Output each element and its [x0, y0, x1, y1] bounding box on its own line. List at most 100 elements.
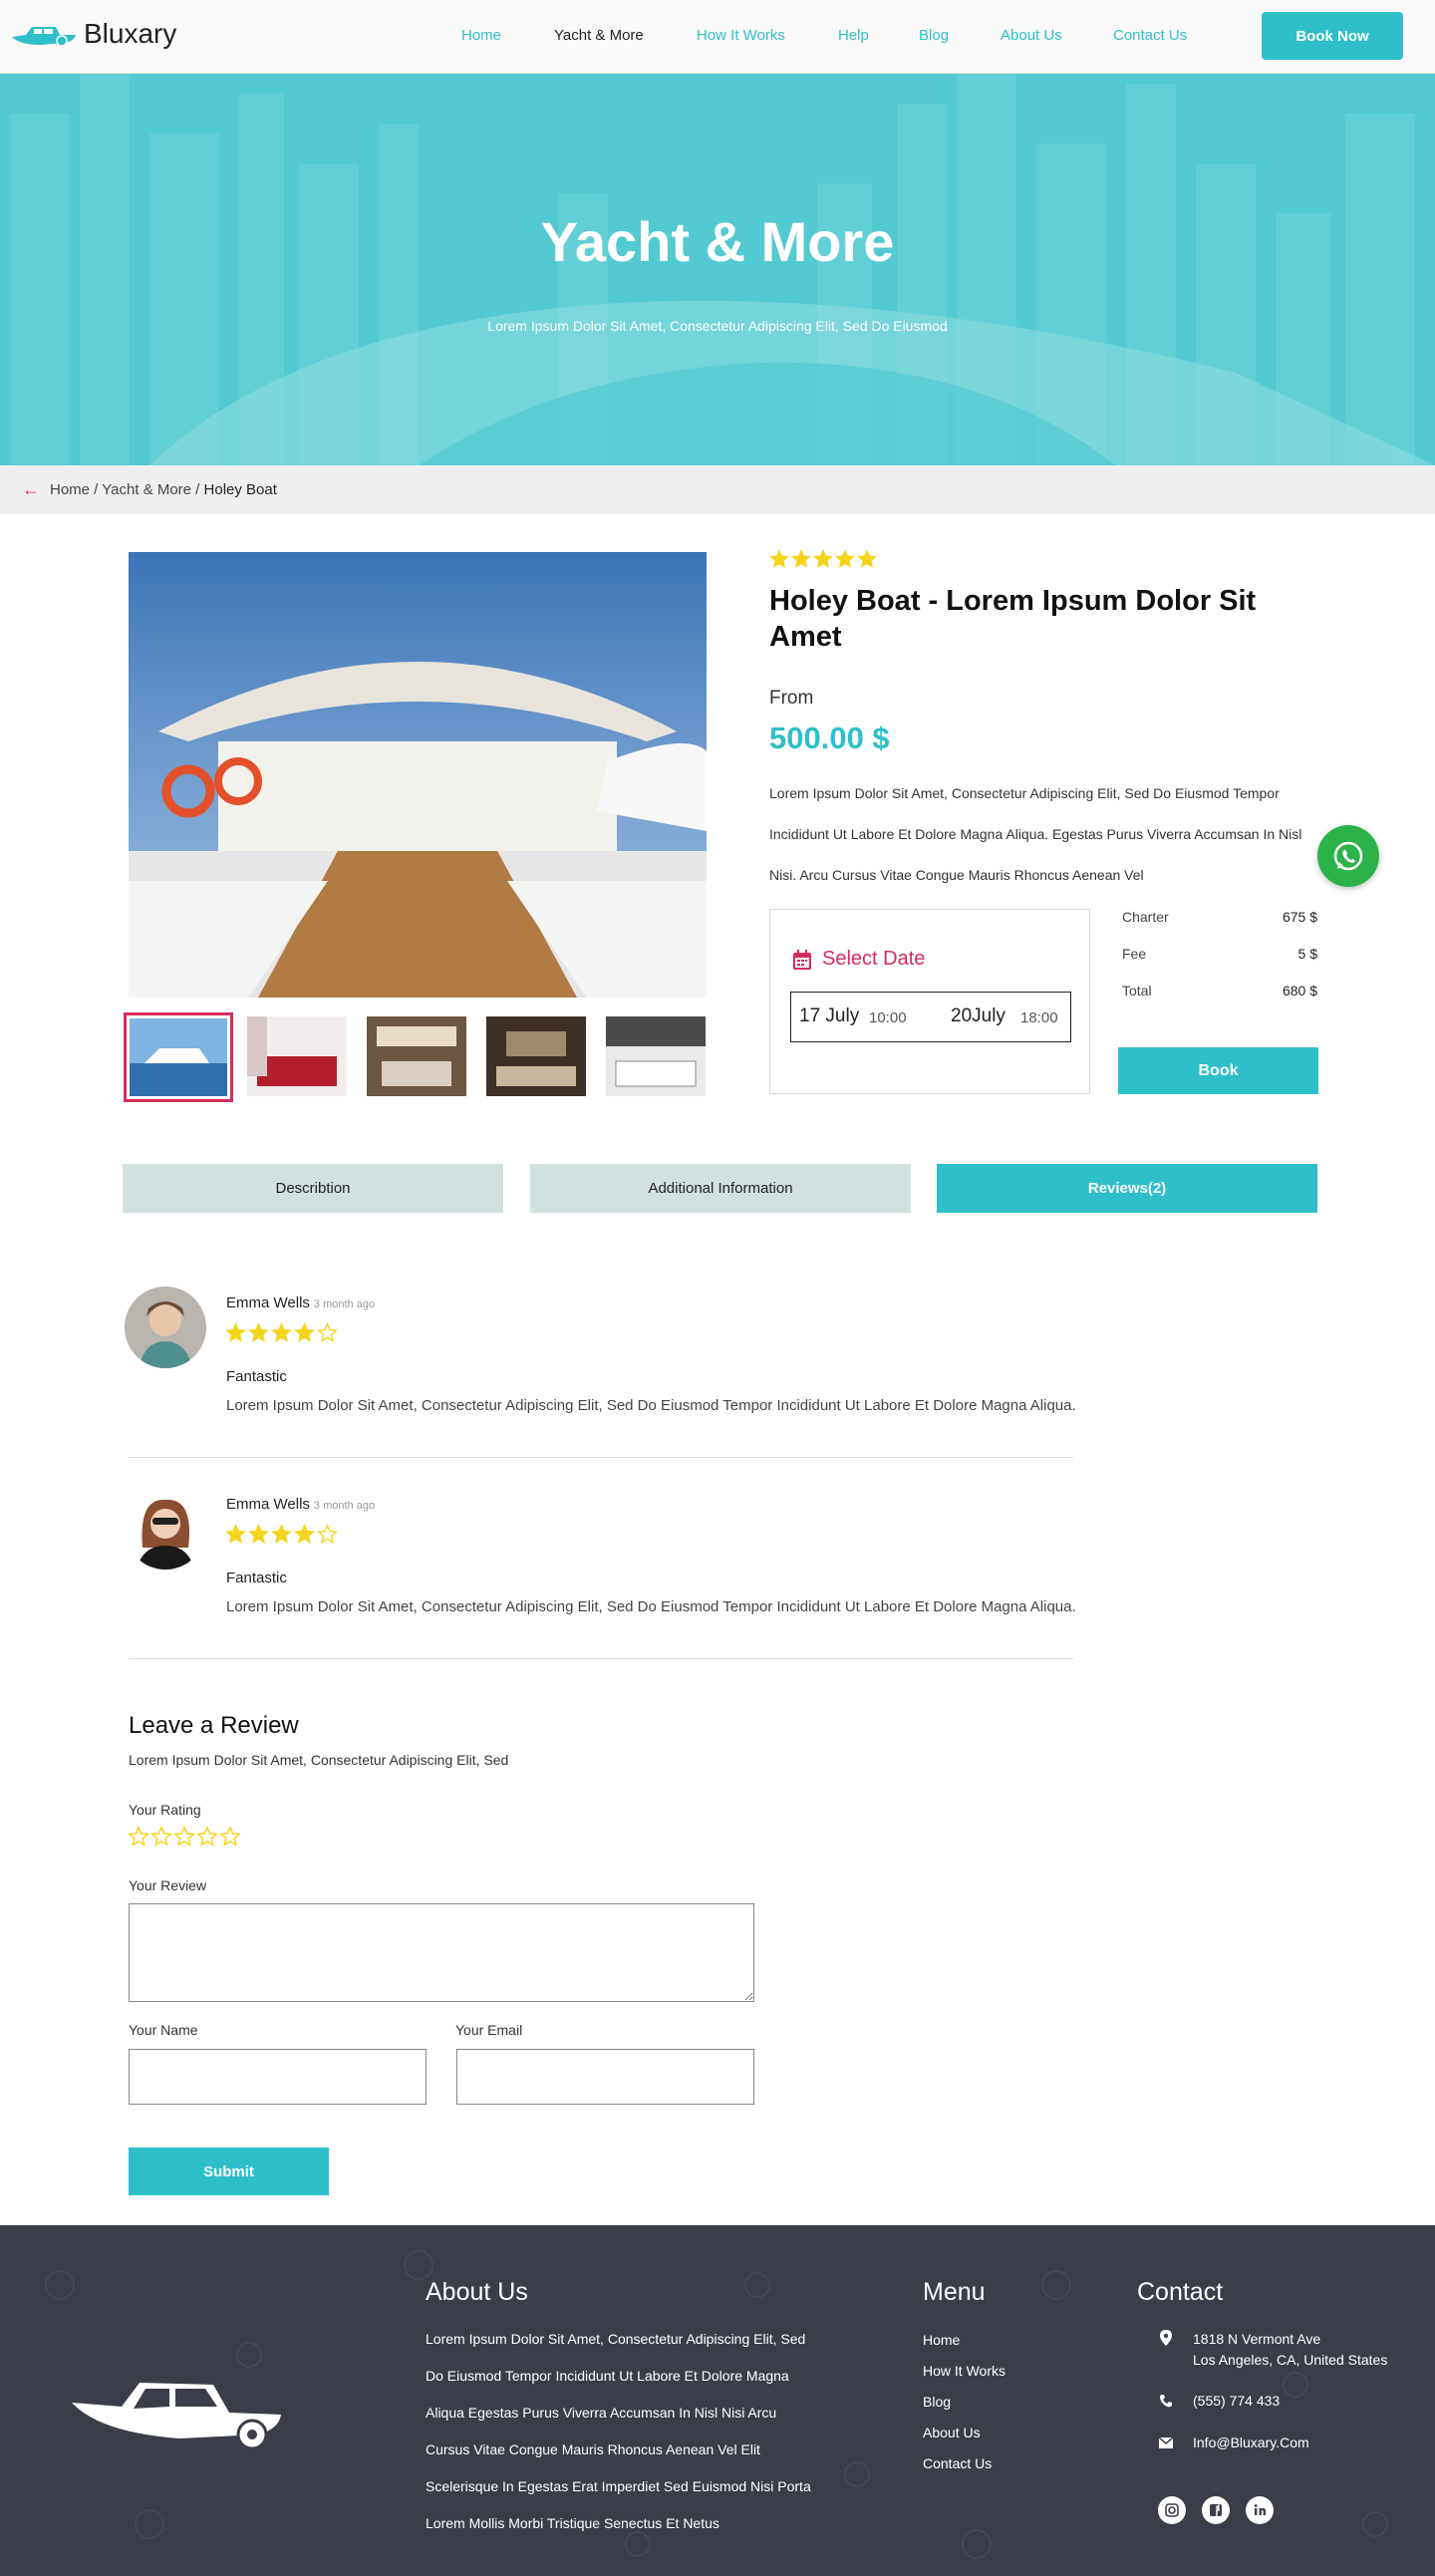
breadcrumb-trail[interactable]: Home / Yacht & More /	[50, 481, 204, 498]
star-filled-icon	[271, 1524, 292, 1544]
footer-about-text: Do Eiusmod Tempor Incididunt Ut Labore E…	[426, 2368, 789, 2384]
star-empty-icon	[317, 1322, 338, 1342]
thumbnail-kitchen[interactable]	[606, 1016, 706, 1096]
logo-text: Bluxary	[84, 18, 177, 49]
date-range-field[interactable]: 17 July 10:00 20July 18:00	[790, 992, 1071, 1042]
thumbnail-selected[interactable]	[124, 1012, 233, 1102]
email-label: Your Email	[455, 2022, 523, 2038]
footer-about-text: Aliqua Egestas Purus Viverra Accumsan In…	[426, 2405, 777, 2421]
nav-contact-us[interactable]: Contact Us	[1113, 27, 1187, 44]
footer-address-line2: Los Angeles, CA, United States	[1193, 2352, 1388, 2368]
star-filled-icon	[225, 1524, 246, 1544]
instagram-icon[interactable]	[1158, 2496, 1186, 2524]
price-from-label: From	[769, 688, 814, 709]
tab-description[interactable]: Describtion	[123, 1164, 503, 1213]
review-title: Fantastic	[226, 1570, 287, 1586]
footer-menu-how-it-works[interactable]: How It Works	[923, 2363, 1005, 2379]
reviewer-name: Emma Wells	[226, 1294, 310, 1311]
thumbnail-lounge[interactable]	[486, 1016, 586, 1096]
rating-input[interactable]	[128, 1826, 241, 1848]
review-textarea[interactable]	[129, 1903, 754, 2002]
avatar	[125, 1488, 206, 1570]
footer-about-text: Scelerisque In Egestas Erat Imperdiet Se…	[426, 2478, 811, 2494]
select-date-label: Select Date	[822, 948, 926, 970]
review-label: Your Review	[129, 1877, 207, 1893]
name-label: Your Name	[129, 2022, 198, 2038]
facebook-icon[interactable]	[1202, 2496, 1230, 2524]
leave-review-subtitle: Lorem Ipsum Dolor Sit Amet, Consectetur …	[129, 1752, 509, 1768]
review-rating	[225, 1322, 338, 1343]
nav-help[interactable]: Help	[838, 27, 869, 44]
footer-menu-home[interactable]: Home	[923, 2332, 960, 2348]
star-empty-icon	[128, 1826, 149, 1847]
product-rating	[769, 549, 877, 569]
star-filled-icon	[813, 549, 833, 568]
book-now-button[interactable]: Book Now	[1262, 12, 1403, 60]
nav-about-us[interactable]: About Us	[1001, 27, 1062, 44]
star-empty-icon	[150, 1826, 172, 1847]
footer-menu-blog[interactable]: Blog	[923, 2394, 951, 2410]
hero-title: Yacht & More	[540, 210, 895, 273]
star-filled-icon	[294, 1524, 315, 1544]
star-filled-icon	[769, 549, 789, 568]
footer-about-text: Lorem Ipsum Dolor Sit Amet, Consectetur …	[426, 2331, 806, 2347]
breadcrumb-current: Holey Boat	[203, 481, 277, 498]
hero-subtitle: Lorem Ipsum Dolor Sit Amet, Consectetur …	[487, 318, 948, 334]
footer-menu-about-us[interactable]: About Us	[923, 2425, 981, 2440]
star-filled-icon	[835, 549, 855, 568]
logo[interactable]: Bluxary	[10, 18, 176, 50]
review-text: Lorem Ipsum Dolor Sit Amet, Consectetur …	[226, 1397, 1076, 1414]
start-date: 17 July	[799, 1005, 860, 1026]
calendar-icon	[793, 949, 811, 970]
nav-how-it-works[interactable]: How It Works	[697, 27, 785, 44]
end-date: 20July	[951, 1005, 1005, 1026]
review-rating	[225, 1524, 338, 1545]
thumbnail-cabin[interactable]	[247, 1016, 347, 1096]
footer-menu-contact-us[interactable]: Contact Us	[923, 2455, 992, 2471]
tab-reviews[interactable]: Reviews(2)	[937, 1164, 1317, 1213]
date-picker-card: Select Date 17 July 10:00 20July 18:00	[769, 909, 1090, 1094]
star-filled-icon	[294, 1322, 315, 1342]
avatar	[125, 1287, 206, 1368]
footer-about-title: About Us	[426, 2278, 528, 2306]
tab-additional-information[interactable]: Additional Information	[530, 1164, 911, 1213]
car-boat-footer-logo-icon	[72, 2383, 281, 2450]
reviewer-name: Emma Wells	[226, 1496, 310, 1513]
star-empty-icon	[196, 1826, 218, 1847]
star-filled-icon	[791, 549, 811, 568]
product-description: Lorem Ipsum Dolor Sit Amet, Consectetur …	[769, 785, 1302, 883]
star-filled-icon	[225, 1322, 246, 1342]
submit-button[interactable]: Submit	[129, 2147, 329, 2195]
mail-icon	[1159, 2437, 1173, 2448]
whatsapp-button[interactable]	[1317, 825, 1379, 887]
back-arrow-icon[interactable]: ←	[22, 479, 40, 500]
review-title: Fantastic	[226, 1368, 287, 1385]
footer-phone[interactable]: (555) 774 433	[1193, 2393, 1280, 2409]
review-date: 3 month ago	[313, 1298, 376, 1310]
yacht-main-photo	[129, 552, 707, 998]
nav-blog[interactable]: Blog	[919, 27, 949, 44]
nav-yacht-more[interactable]: Yacht & More	[554, 27, 644, 44]
hero-banner: Yacht & More Lorem Ipsum Dolor Sit Amet,…	[0, 74, 1435, 465]
divider	[129, 1658, 1073, 1659]
linkedin-icon[interactable]	[1246, 2496, 1274, 2524]
phone-icon	[1160, 2395, 1172, 2408]
start-time: 10:00	[869, 1009, 907, 1026]
email-input[interactable]	[456, 2049, 754, 2105]
review-date: 3 month ago	[313, 1500, 376, 1512]
nav-home[interactable]: Home	[461, 27, 501, 44]
footer-email[interactable]: Info@Bluxary.Com	[1193, 2434, 1309, 2450]
rating-label: Your Rating	[129, 1802, 201, 1818]
footer-contact-title: Contact	[1137, 2278, 1224, 2306]
star-filled-icon	[271, 1322, 292, 1342]
end-time: 18:00	[1020, 1009, 1058, 1026]
thumbnail-salon[interactable]	[367, 1016, 466, 1096]
name-input[interactable]	[129, 2049, 427, 2105]
site-header: Bluxary Home Yacht & More How It Works H…	[0, 0, 1435, 74]
book-button[interactable]: Book	[1118, 1047, 1318, 1094]
star-empty-icon	[219, 1826, 241, 1847]
location-pin-icon	[1160, 2330, 1172, 2346]
leave-review-title: Leave a Review	[129, 1712, 299, 1739]
star-filled-icon	[248, 1322, 269, 1342]
breadcrumb: ← Home / Yacht & More / Holey Boat	[0, 465, 1435, 514]
